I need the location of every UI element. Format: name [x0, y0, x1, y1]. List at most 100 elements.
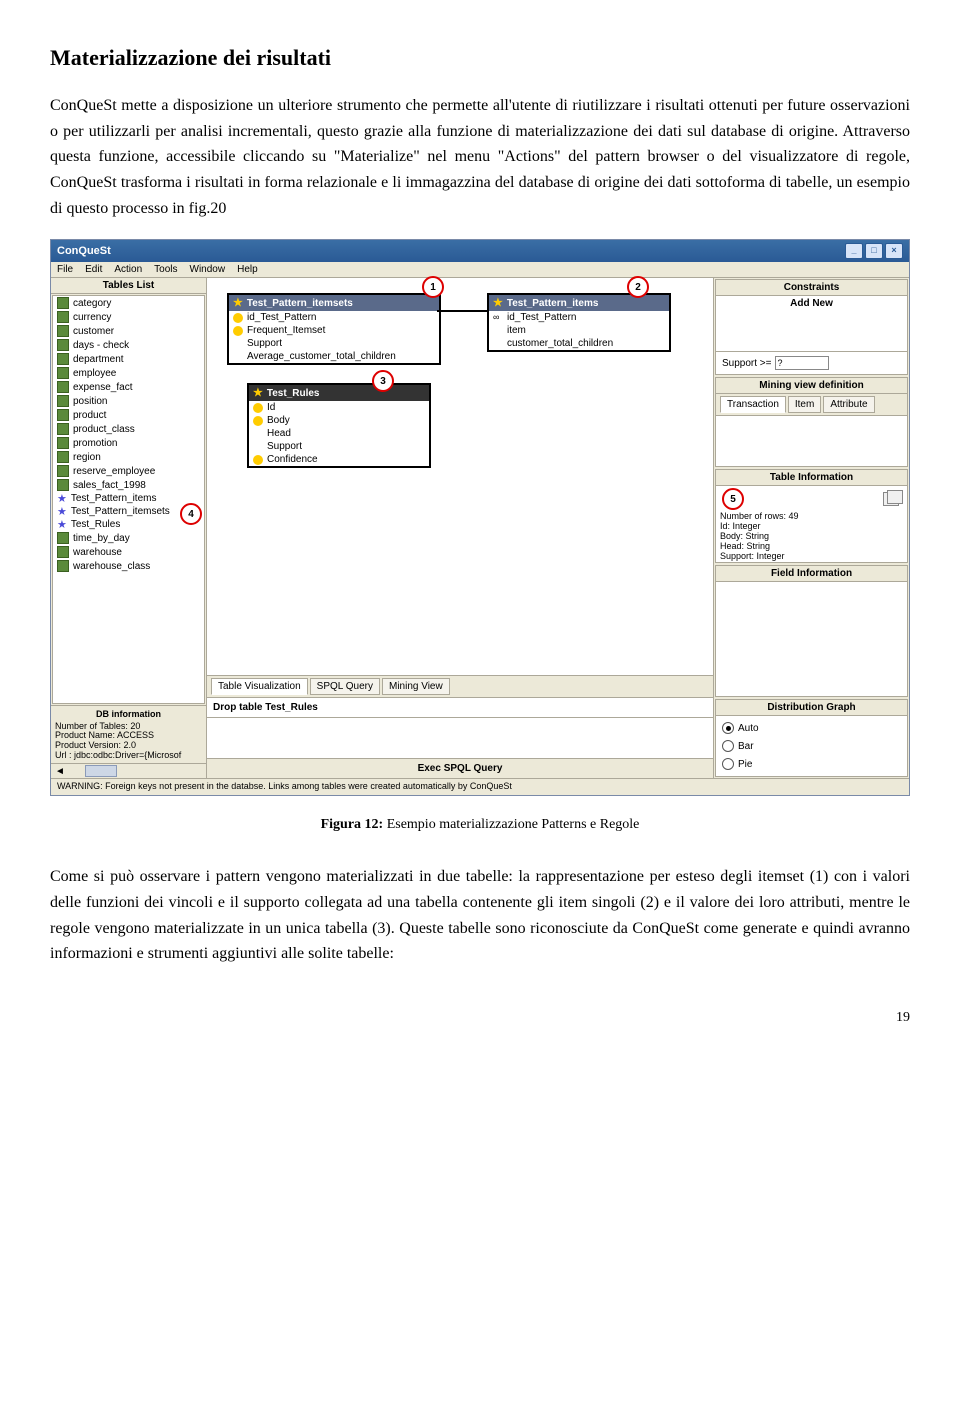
tab-item[interactable]: Item	[788, 396, 821, 413]
close-button[interactable]: ×	[885, 243, 903, 259]
right-column: Constraints Add New Support >= Mining vi…	[713, 278, 909, 778]
table-row[interactable]: days - check	[53, 338, 204, 352]
app-window: ConQueSt _ □ × File Edit Action Tools Wi…	[50, 239, 910, 796]
table-icon	[57, 546, 69, 558]
mining-view-title: Mining view definition	[716, 378, 907, 394]
tables-list-title: Tables List	[51, 278, 206, 294]
table-icon	[57, 479, 69, 491]
table-icon	[57, 297, 69, 309]
maximize-button[interactable]: □	[865, 243, 883, 259]
table-icon	[57, 381, 69, 393]
scroll-thumb[interactable]	[85, 765, 117, 777]
star-icon: ★	[57, 520, 67, 530]
figure-12: ConQueSt _ □ × File Edit Action Tools Wi…	[50, 239, 910, 796]
radio-icon	[722, 758, 734, 770]
table-row[interactable]: currency	[53, 310, 204, 324]
window-title: ConQueSt	[57, 245, 111, 257]
table-row[interactable]: department	[53, 352, 204, 366]
table-row[interactable]: warehouse	[53, 545, 204, 559]
dbinfo-title: DB information	[55, 708, 202, 722]
middle-column: ★Test_Pattern_itemsets id_Test_Pattern F…	[207, 278, 713, 778]
titlebar: ConQueSt _ □ ×	[51, 240, 909, 262]
radio-icon	[722, 722, 734, 734]
left-column: Tables List category currency customer d…	[51, 278, 207, 778]
menu-help[interactable]: Help	[237, 264, 258, 275]
table-icon	[57, 560, 69, 572]
menu-window[interactable]: Window	[190, 264, 226, 275]
exec-spql-button[interactable]: Exec SPQL Query	[207, 758, 713, 778]
statusbar: WARNING: Foreign keys not present in the…	[51, 778, 909, 795]
tab-attribute[interactable]: Attribute	[823, 396, 874, 413]
tab-transaction[interactable]: Transaction	[720, 396, 786, 413]
table-icon	[57, 409, 69, 421]
support-input[interactable]	[775, 356, 829, 370]
constraints-panel: Constraints Add New Support >=	[715, 279, 908, 375]
star-icon: ★	[57, 494, 67, 504]
minimize-button[interactable]: _	[845, 243, 863, 259]
fieldinfo-title: Field Information	[716, 566, 907, 582]
table-row[interactable]: category	[53, 296, 204, 310]
distribution-graph-panel: Distribution Graph Auto Bar Pie	[715, 699, 908, 777]
tableinfo-title: Table Information	[716, 470, 907, 486]
constraints-title: Constraints	[716, 280, 907, 296]
table-row[interactable]: reserve_employee	[53, 464, 204, 478]
table-row[interactable]: employee	[53, 366, 204, 380]
table-row[interactable]: ★Test_Pattern_items	[53, 492, 204, 505]
tab-spql-query[interactable]: SPQL Query	[310, 678, 380, 695]
dbinfo-row: Url : jdbc:odbc:Driver={Microsof	[55, 751, 202, 761]
table-row[interactable]: region	[53, 450, 204, 464]
table-row[interactable]: expense_fact	[53, 380, 204, 394]
star-icon: ★	[493, 297, 503, 309]
diagram-canvas[interactable]: ★Test_Pattern_itemsets id_Test_Pattern F…	[207, 278, 713, 675]
menu-edit[interactable]: Edit	[85, 264, 102, 275]
horizontal-scrollbar[interactable]: ◄	[51, 763, 206, 778]
star-icon: ★	[57, 507, 67, 517]
marker-1: 1	[422, 276, 444, 298]
radio-bar[interactable]: Bar	[722, 740, 901, 752]
table-row[interactable]: time_by_day	[53, 531, 204, 545]
table-row[interactable]: sales_fact_1998	[53, 478, 204, 492]
radio-auto[interactable]: Auto	[722, 722, 901, 734]
add-new-button[interactable]: Add New	[716, 296, 907, 311]
drop-table-text: Drop table Test_Rules	[207, 697, 713, 717]
table-row[interactable]: warehouse_class	[53, 559, 204, 573]
support-label: Support >=	[722, 358, 771, 369]
box-title: Test_Rules	[267, 388, 320, 399]
table-row[interactable]: ★Test_Pattern_itemsets 4	[53, 505, 204, 518]
field-information-panel: Field Information	[715, 565, 908, 698]
entity-box-rules[interactable]: ★Test_Rules Id Body Head Support Confide…	[247, 383, 431, 468]
entity-box-itemsets[interactable]: ★Test_Pattern_itemsets id_Test_Pattern F…	[227, 293, 441, 365]
scroll-left-icon[interactable]: ◄	[55, 766, 65, 777]
key-icon	[233, 313, 243, 323]
star-icon: ★	[253, 387, 263, 399]
table-icon	[57, 339, 69, 351]
tab-mining-view[interactable]: Mining View	[382, 678, 450, 695]
star-icon: ★	[233, 297, 243, 309]
tab-table-visualization[interactable]: Table Visualization	[211, 678, 308, 695]
section-heading: Materializzazione dei risultati	[50, 40, 910, 75]
table-icon	[57, 367, 69, 379]
table-row[interactable]: promotion	[53, 436, 204, 450]
radio-icon	[722, 740, 734, 752]
table-row[interactable]: product_class	[53, 422, 204, 436]
box-title: Test_Pattern_items	[507, 298, 599, 309]
tables-list[interactable]: category currency customer days - check …	[52, 295, 205, 704]
table-icon	[57, 532, 69, 544]
menu-action[interactable]: Action	[114, 264, 142, 275]
table-row[interactable]: position	[53, 394, 204, 408]
marker-3: 3	[372, 370, 394, 392]
menu-file[interactable]: File	[57, 264, 73, 275]
key-icon	[253, 455, 263, 465]
figure-caption: Figura 12: Esempio materializzazione Pat…	[50, 814, 910, 836]
menu-tools[interactable]: Tools	[154, 264, 177, 275]
radio-pie[interactable]: Pie	[722, 758, 901, 770]
table-information-panel: Table Information 5 Number of rows: 49 I…	[715, 469, 908, 562]
marker-4: 4	[180, 503, 202, 525]
entity-box-items[interactable]: ★Test_Pattern_items ∞id_Test_Pattern ite…	[487, 293, 671, 352]
mid-tabs: Table Visualization SPQL Query Mining Vi…	[207, 675, 713, 697]
table-row[interactable]: customer	[53, 324, 204, 338]
tableinfo-rows: Number of rows: 49 Id: Integer Body: Str…	[716, 512, 907, 561]
copy-icon[interactable]	[883, 492, 899, 506]
table-row[interactable]: product	[53, 408, 204, 422]
mining-view-panel: Mining view definition Transaction Item …	[715, 377, 908, 467]
